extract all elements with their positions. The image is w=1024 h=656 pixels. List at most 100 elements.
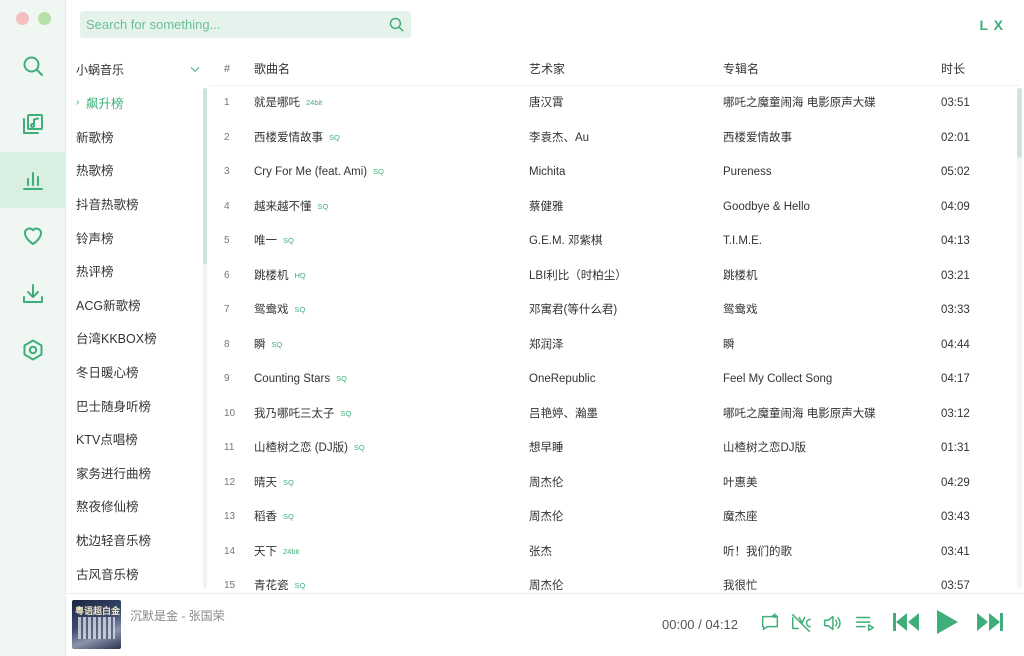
playlist-button[interactable] — [854, 612, 876, 637]
quality-badge: 24bit — [283, 546, 300, 556]
brand-logo: L X — [979, 17, 1004, 33]
artist-cell: 周杰伦 — [529, 476, 564, 489]
quality-badge: SQ — [336, 374, 347, 383]
album-cell: 哪吒之魔童闹海 电影原声大碟 — [723, 97, 876, 109]
comment-button[interactable] — [759, 612, 781, 637]
leaderboard-icon — [23, 172, 43, 190]
table-row[interactable]: 15 青花瓷 SQ 周杰伦 我很忙 03:57 — [210, 569, 1020, 592]
quality-badge: HQ — [294, 270, 306, 280]
now-playing-title[interactable]: 沉默是金 - 张国荣 — [130, 607, 225, 624]
row-number: 10 — [224, 407, 236, 419]
rank-list-item[interactable]: 台湾KKBOX榜 — [66, 321, 204, 355]
song-title: 稻香 — [254, 511, 277, 523]
rank-list-item[interactable]: 枕边轻音乐榜 — [66, 523, 204, 557]
artist-cell: 邓寓君(等什么君) — [529, 304, 618, 316]
play-button[interactable] — [935, 609, 959, 638]
rank-list-item-label: ACG新歌榜 — [76, 298, 141, 313]
duration-cell: 02:01 — [941, 131, 970, 144]
next-button[interactable] — [976, 611, 1004, 636]
close-window-button[interactable] — [16, 12, 29, 25]
search-icon[interactable] — [388, 16, 405, 33]
search-input[interactable] — [86, 17, 388, 32]
nav-search[interactable] — [0, 38, 66, 94]
rank-list-item[interactable]: 铃声榜 — [66, 220, 204, 254]
rank-list: › 飙升榜 新歌榜热歌榜抖音热歌榜铃声榜 热评榜 ACG新歌榜台湾KKBOX榜 冬日暖心榜… — [66, 86, 204, 592]
chevron-down-icon — [190, 66, 200, 72]
song-name-cell: 我乃哪吒三太子 SQ — [254, 397, 351, 431]
rank-list-item[interactable]: 熬夜修仙榜 — [66, 489, 204, 523]
table-row[interactable]: 9 Counting Stars SQ OneRepublic Feel My Coll… — [210, 362, 1020, 397]
chevron-right-icon: › — [76, 97, 80, 109]
table-row[interactable]: 10 我乃哪吒三太子 SQ 吕艳婷、瀚墨 哪吒之魔童闹海 电影原声大碟 03:12 — [210, 397, 1020, 432]
playback-time: 00:00 / 04:12 — [662, 617, 738, 632]
rank-list-item-label: 巴士随身听榜 — [76, 399, 152, 414]
table-row[interactable]: 12 晴天 SQ 周杰伦 叶惠美 04:29 — [210, 466, 1020, 501]
rank-list-item[interactable]: 热歌榜 — [66, 153, 204, 187]
duration-cell: 03:33 — [941, 304, 970, 316]
rank-list-item[interactable]: 新歌榜 — [66, 120, 204, 154]
duration-cell: 03:51 — [941, 97, 970, 109]
rank-list-item[interactable]: KTV点唱榜 — [66, 422, 204, 456]
album-cell: 鸳鸯戏 — [723, 304, 758, 316]
table-row[interactable]: 13 稻香 SQ 周杰伦 魔杰座 03:43 — [210, 500, 1020, 535]
table-row[interactable]: 14 天下 24bit 张杰 听！我们的歌 03:41 — [210, 535, 1020, 570]
rank-list-item[interactable]: 热评榜 — [66, 254, 204, 288]
rank-list-item-label: 古风音乐榜 — [76, 567, 139, 582]
duration-cell: 04:09 — [941, 200, 970, 213]
table-row[interactable]: 4 越来越不懂 SQ 蔡健雅 Goodbye & Hello 04:09 — [210, 190, 1020, 225]
table-row[interactable]: 1 就是哪吒 24bit 唐汉霄 哪吒之魔童闹海 电影原声大碟 03:51 — [210, 86, 1020, 121]
artist-cell: OneRepublic — [529, 373, 596, 385]
quality-badge: SQ — [271, 339, 283, 349]
quality-badge: SQ — [283, 236, 294, 245]
song-name-cell: Cry For Me (feat. Ami) SQ — [254, 155, 384, 189]
rank-list-item[interactable]: ACG新歌榜 — [66, 288, 204, 322]
row-number: 6 — [224, 269, 230, 281]
album-cell: 我很忙 — [723, 580, 758, 592]
nav-settings[interactable] — [0, 322, 66, 378]
artist-cell: 蔡健雅 — [529, 200, 564, 213]
song-name-cell: 唯一 SQ — [254, 224, 294, 258]
song-title: 越来越不懂 — [254, 200, 312, 213]
rank-list-item-label: 熬夜修仙榜 — [76, 500, 139, 515]
minimize-window-button[interactable] — [38, 12, 51, 25]
table-row[interactable]: 2 西楼爱情故事 SQ 李袁杰、Au 西楼爱情故事 02:01 — [210, 121, 1020, 156]
table-row[interactable]: 7 鸳鸯戏 SQ 邓寓君(等什么君) 鸳鸯戏 03:33 — [210, 293, 1020, 328]
album-cell: 西楼爱情故事 — [723, 131, 792, 144]
rank-list-item[interactable]: 冬日暖心榜 — [66, 355, 204, 389]
nav-favorites[interactable] — [0, 208, 66, 264]
artist-cell: 张杰 — [529, 545, 552, 558]
artist-cell: Michita — [529, 166, 566, 178]
row-number: 4 — [224, 200, 230, 212]
album-cell: 瞬 — [723, 338, 735, 351]
comment-icon — [761, 613, 779, 631]
quality-badge: SQ — [340, 408, 352, 418]
lyrics-button[interactable] — [790, 612, 812, 637]
rank-list-item[interactable]: 巴士随身听榜 — [66, 388, 204, 422]
rank-list-item-label: 抖音热歌榜 — [76, 198, 139, 213]
artist-cell: 唐汉霄 — [529, 97, 564, 109]
song-title: 就是哪吒 — [254, 97, 300, 109]
song-name-cell: 山楂树之恋 (DJ版) SQ — [254, 431, 365, 465]
source-select[interactable]: 小蜗音乐 — [76, 60, 202, 78]
rank-list-item[interactable]: 抖音热歌榜 — [66, 187, 204, 221]
volume-button[interactable] — [821, 612, 843, 637]
table-row[interactable]: 3 Cry For Me (feat. Ami) SQ Michita Pureness… — [210, 155, 1020, 190]
album-cover[interactable]: 粤语超白金 — [72, 600, 121, 649]
song-title: 鸳鸯戏 — [254, 304, 289, 316]
previous-button[interactable] — [892, 611, 920, 636]
table-row[interactable]: 8 瞬 SQ 郑润泽 瞬 04:44 — [210, 328, 1020, 363]
nav-download[interactable] — [0, 266, 66, 322]
song-title: 我乃哪吒三太子 — [254, 407, 335, 420]
rank-list-item[interactable]: 古风音乐榜 — [66, 556, 204, 590]
table-row[interactable]: 5 唯一 SQ G.E.M. 邓紫棋 T.I.M.E. 04:13 — [210, 224, 1020, 259]
album-cell: 魔杰座 — [723, 511, 758, 523]
nav-leaderboard[interactable] — [0, 152, 66, 208]
total-time: 04:12 — [705, 617, 738, 632]
previous-icon — [893, 613, 919, 631]
rank-list-item-label: 热歌榜 — [76, 164, 114, 179]
rank-list-item[interactable]: 家务进行曲榜 — [66, 456, 204, 490]
table-row[interactable]: 6 跳楼机 HQ LBI利比（时柏尘） 跳楼机 03:21 — [210, 259, 1020, 294]
rank-list-item[interactable]: › 飙升榜 — [66, 86, 204, 120]
nav-song-list[interactable] — [0, 96, 66, 152]
table-row[interactable]: 11 山楂树之恋 (DJ版) SQ 想早睡 山楂树之恋DJ版 01:31 — [210, 431, 1020, 466]
